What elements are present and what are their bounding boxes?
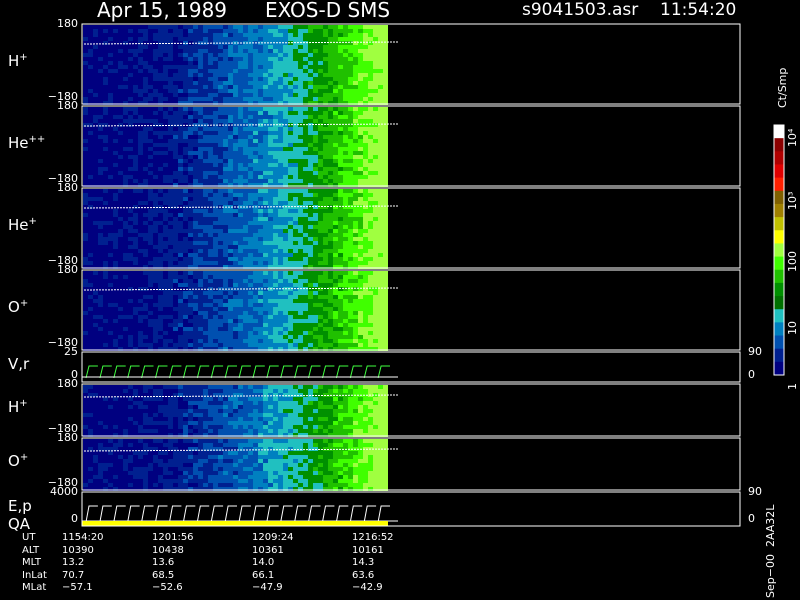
- orbit-value: 1216:52: [352, 532, 394, 543]
- panel-label-second: QA: [8, 515, 31, 533]
- orbit-row-name: InLat: [22, 569, 47, 581]
- panel-6: [81, 437, 741, 491]
- panel-label-sup: ++: [28, 134, 46, 145]
- colorbar-unit: Ct/Smp: [776, 67, 789, 108]
- panel-label-2: He+: [8, 216, 37, 234]
- orbit-value: 1154:20: [62, 532, 104, 543]
- colorbar-swatch: [774, 296, 784, 310]
- colorbar-swatch: [774, 361, 784, 376]
- colorbar-swatch: [774, 309, 784, 323]
- orbit-value: 70.7: [62, 569, 85, 581]
- orbit-value: −57.1: [62, 582, 93, 593]
- orbit-row-name: ALT: [22, 544, 40, 556]
- panel-3: [81, 269, 741, 351]
- panel-label-sup: +: [19, 452, 29, 463]
- colorbar-label: 10³: [786, 191, 799, 210]
- right-tick-top: 90: [748, 485, 762, 498]
- y-tick-top: 180: [57, 17, 78, 30]
- y-tick-top: 180: [57, 431, 78, 444]
- colorbar-swatch: [774, 348, 784, 363]
- y-tick-top: 180: [57, 377, 78, 390]
- orbit-value: 10361: [252, 544, 284, 556]
- panel-5: [81, 383, 741, 437]
- orbit-value: 14.0: [252, 557, 275, 568]
- colorbar-label: 10: [786, 320, 799, 335]
- colorbar-swatch: [774, 151, 784, 165]
- colorbar-swatch: [774, 282, 784, 297]
- panel-7: [81, 491, 741, 527]
- right-tick-top: 90: [748, 345, 762, 358]
- orbit-value: 66.1: [252, 569, 275, 581]
- panel-label-6: O+: [8, 452, 28, 470]
- plot-version: Sep−00 2AA32L: [764, 504, 777, 598]
- orbit-value: 63.6: [352, 569, 375, 581]
- right-tick-bottom: 0: [748, 512, 755, 525]
- orbit-row-name: MLT: [22, 557, 41, 568]
- panel-label-text: O: [8, 298, 20, 316]
- panel-1: [81, 105, 741, 187]
- orbit-value: 68.5: [152, 569, 175, 581]
- y-tick-top: 180: [57, 99, 78, 112]
- panel-label-4: V,r: [8, 355, 29, 373]
- colorbar-label: 100: [786, 251, 799, 272]
- panel-label-text: H: [8, 398, 20, 416]
- orbit-row-name: MLat: [22, 582, 47, 593]
- colorbar-swatch: [774, 269, 784, 284]
- colorbar-swatch: [774, 125, 784, 139]
- colorbar-swatch: [774, 203, 784, 218]
- colorbar-swatch: [774, 322, 784, 337]
- panel-label-sup: +: [19, 298, 29, 309]
- spectrogram-figure: Apr 15, 1989 EXOS-D SMS s9041503.asr 11:…: [0, 0, 800, 600]
- colorbar-swatch: [774, 177, 784, 192]
- orbit-value: 13.2: [62, 557, 85, 568]
- panel-label-5: H+: [8, 398, 28, 416]
- orbit-value: 10161: [352, 544, 384, 556]
- y-tick-top: 25: [64, 345, 78, 358]
- colorbar-swatch: [774, 190, 784, 205]
- colorbar: [773, 124, 785, 376]
- orbit-value: 10438: [152, 544, 184, 556]
- panel-label-sup: +: [19, 52, 28, 63]
- spectrogram-panels: [81, 23, 785, 527]
- colorbar-swatch: [774, 217, 784, 231]
- orbit-value: 1201:56: [152, 532, 194, 543]
- orbit-value: 13.6: [152, 557, 175, 568]
- orbit-value: 10390: [62, 544, 94, 556]
- panel-label-text: He: [8, 216, 29, 234]
- colorbar-swatch: [774, 256, 784, 271]
- orbit-value: 1209:24: [252, 532, 294, 543]
- orbit-value: −42.9: [352, 582, 383, 593]
- y-tick-bottom: 0: [71, 512, 78, 525]
- panel-label-1: He++: [8, 134, 45, 152]
- y-tick-top: 180: [57, 263, 78, 276]
- orbit-value: −47.9: [252, 582, 283, 593]
- panel-label-7: E,p QA: [8, 497, 32, 533]
- panel-label-text: V,r: [8, 355, 30, 373]
- orbit-row-name: UT: [22, 532, 36, 543]
- panel-label-0: H+: [8, 52, 28, 70]
- orbit-value: −52.6: [152, 582, 183, 593]
- panel-label-sup: +: [28, 216, 37, 227]
- panel-label-text: O: [8, 452, 20, 470]
- panel-label-text: E,p: [8, 497, 32, 515]
- colorbar-swatch: [774, 138, 784, 152]
- colorbar-swatch: [774, 164, 784, 179]
- panel-label-text: H: [8, 52, 20, 70]
- panel-label-sup: +: [19, 398, 28, 409]
- right-tick-bottom: 0: [748, 368, 755, 381]
- y-tick-top: 180: [57, 181, 78, 194]
- y-tick-top: 4000: [50, 485, 78, 498]
- orbit-value: 14.3: [352, 557, 375, 568]
- panel-0: [81, 23, 741, 105]
- colorbar-label: 10⁴: [786, 128, 799, 147]
- panel-label-text: He: [8, 134, 29, 152]
- colorbar-swatch: [774, 230, 784, 244]
- colorbar-swatch: [774, 243, 784, 258]
- colorbar-swatch: [774, 335, 784, 350]
- colorbar-label: 1: [786, 382, 799, 390]
- panel-4: [81, 351, 741, 383]
- panel-label-3: O+: [8, 298, 28, 316]
- panel-2: [81, 187, 741, 269]
